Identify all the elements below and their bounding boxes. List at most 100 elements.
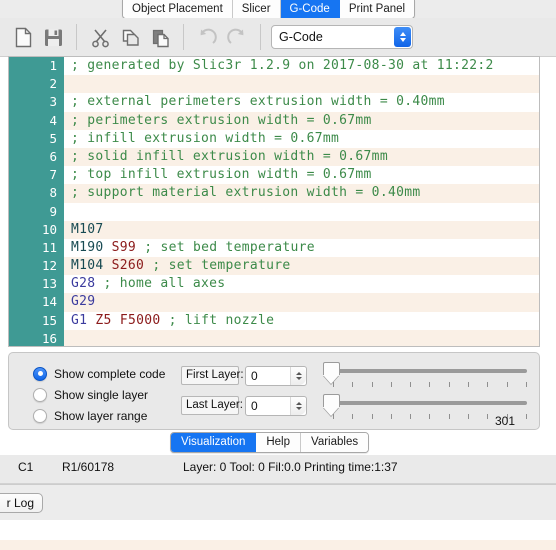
- slider-track: [331, 401, 527, 405]
- code-line-text: ; solid infill extrusion width = 0.67mm: [64, 148, 539, 166]
- bottom-tab-visualization[interactable]: Visualization: [171, 433, 257, 452]
- line-number: 11: [9, 238, 64, 258]
- code-line-text: [64, 75, 539, 93]
- gcode-lines[interactable]: 1 ; generated by Slic3r 1.2.9 on 2017-08-…: [9, 57, 539, 346]
- code-token: ; set bed temperature: [144, 239, 315, 255]
- code-token: ; infill extrusion width = 0.67mm: [71, 130, 340, 146]
- code-line-text: [64, 203, 539, 221]
- code-line[interactable]: 8 ; support material extrusion width = 0.…: [9, 184, 539, 203]
- top-tab-print-panel[interactable]: Print Panel: [339, 0, 415, 18]
- top-tab-strip: Object Placement Slicer G-Code Print Panel: [0, 0, 556, 19]
- code-line[interactable]: 1 ; generated by Slic3r 1.2.9 on 2017-08-…: [9, 57, 539, 76]
- history-tool-group: [184, 18, 260, 56]
- combobox-stepper-icon[interactable]: [394, 27, 411, 47]
- gcode-flavor-combobox[interactable]: G-Code: [271, 25, 413, 49]
- line-number: 3: [9, 93, 64, 112]
- code-line[interactable]: 14 G29: [9, 293, 539, 312]
- code-line[interactable]: 6 ; solid infill extrusion width = 0.67mm: [9, 147, 539, 167]
- code-line[interactable]: 13 G28 ; home all axes: [9, 275, 539, 294]
- code-line[interactable]: 16: [9, 329, 539, 346]
- print-info: Layer: 0 Tool: 0 Fil:0.0 Printing time:1…: [183, 460, 398, 474]
- stepper-arrows-icon[interactable]: [290, 396, 306, 415]
- code-token: ; perimeters extrusion width = 0.67mm: [71, 112, 372, 128]
- chevron-up-icon: [399, 32, 406, 36]
- chevron-down-icon: [399, 38, 406, 42]
- status-bar: C1 R1/60178 Layer: 0 Tool: 0 Fil:0.0 Pri…: [0, 455, 556, 484]
- code-line-text: ; generated by Slic3r 1.2.9 on 2017-08-3…: [64, 57, 539, 75]
- radio-show-complete-code[interactable]: Show complete code: [33, 363, 165, 384]
- radio-label: Show single layer: [54, 387, 149, 402]
- line-number: 13: [9, 275, 64, 294]
- code-line[interactable]: 9: [9, 202, 539, 221]
- top-tabs: Object Placement Slicer G-Code Print Panel: [122, 0, 416, 19]
- code-token: ; set temperature: [152, 258, 291, 274]
- bottom-tab-help[interactable]: Help: [256, 433, 302, 452]
- radio-button-icon[interactable]: [33, 387, 47, 402]
- radio-button-icon[interactable]: [33, 366, 47, 381]
- code-line[interactable]: 2: [9, 75, 539, 94]
- bottom-tabs: Visualization Help Variables: [170, 432, 370, 453]
- line-number: 5: [9, 129, 64, 148]
- toolbar-separator-3: [260, 24, 261, 50]
- line-number: 2: [9, 75, 64, 94]
- code-line[interactable]: 11 M190 S99 ; set bed temperature: [9, 238, 539, 258]
- cut-icon[interactable]: [85, 22, 115, 52]
- line-number: 14: [9, 293, 64, 312]
- first-layer-slider[interactable]: [321, 362, 529, 390]
- code-line[interactable]: 12 M104 S260 ; set temperature: [9, 257, 539, 276]
- line-number: 1: [9, 57, 64, 76]
- code-token: S99: [111, 239, 137, 255]
- code-line[interactable]: 10 M107: [9, 220, 539, 239]
- stepper-arrows-icon[interactable]: [290, 366, 306, 385]
- bottom-strip: r Log: [0, 484, 556, 522]
- slider-thumb[interactable]: [323, 394, 340, 416]
- paste-icon[interactable]: [145, 22, 175, 52]
- background-cream-strip: [0, 540, 556, 550]
- top-tab-g-code[interactable]: G-Code: [280, 0, 340, 18]
- layer-stepper[interactable]: 0: [245, 365, 307, 386]
- code-line[interactable]: 7 ; top infill extrusion width = 0.67mm: [9, 166, 539, 185]
- line-number: 4: [9, 111, 64, 130]
- code-token: M190: [71, 239, 104, 255]
- code-token: S260: [111, 258, 145, 274]
- stepper-value[interactable]: 0: [246, 399, 290, 413]
- layer-stepper[interactable]: 0: [245, 395, 307, 416]
- line-number: 7: [9, 166, 64, 185]
- slider-thumb[interactable]: [323, 362, 340, 384]
- editor-toolbar: G-Code: [0, 18, 556, 57]
- code-token: ; solid infill extrusion width = 0.67mm: [71, 148, 388, 164]
- undo-icon[interactable]: [192, 22, 222, 52]
- stepper-value[interactable]: 0: [246, 369, 290, 383]
- field-first-layer: First Layer: 0: [181, 363, 307, 388]
- radio-show-layer-range[interactable]: Show layer range: [33, 405, 165, 426]
- bottom-tab-variables[interactable]: Variables: [301, 433, 369, 452]
- code-line-text: ; top infill extrusion width = 0.67mm: [64, 166, 539, 184]
- slider-thumb-body: [323, 394, 340, 407]
- code-token: ; top infill extrusion width = 0.67mm: [71, 167, 372, 183]
- code-line[interactable]: 15 G1 Z5 F5000 ; lift nozzle: [9, 311, 539, 330]
- code-line[interactable]: 4 ; perimeters extrusion width = 0.67mm: [9, 111, 539, 130]
- log-button[interactable]: r Log: [0, 493, 43, 513]
- code-line[interactable]: 3 ; external perimeters extrusion width =…: [9, 93, 539, 112]
- code-line[interactable]: 5 ; infill extrusion width = 0.67mm: [9, 129, 539, 148]
- code-token: ; generated by Slic3r 1.2.9 on 2017-08-3…: [71, 58, 494, 73]
- new-file-icon[interactable]: [8, 22, 38, 52]
- top-tab-slicer[interactable]: Slicer: [232, 0, 281, 18]
- cursor-row: R1/60178: [62, 460, 115, 474]
- redo-icon[interactable]: [222, 22, 252, 52]
- radio-show-single-layer[interactable]: Show single layer: [33, 384, 165, 405]
- field-last-layer: Last Layer: 0: [181, 393, 307, 418]
- save-icon[interactable]: [38, 22, 68, 52]
- gcode-editor[interactable]: 1 ; generated by Slic3r 1.2.9 on 2017-08-…: [8, 56, 540, 347]
- top-tab-object-placement[interactable]: Object Placement: [123, 0, 233, 18]
- radio-label: Show layer range: [54, 408, 148, 423]
- radio-button-icon[interactable]: [33, 408, 47, 423]
- line-number: 10: [9, 220, 64, 239]
- code-line-text: ; external perimeters extrusion width = …: [64, 93, 539, 111]
- copy-icon[interactable]: [115, 22, 145, 52]
